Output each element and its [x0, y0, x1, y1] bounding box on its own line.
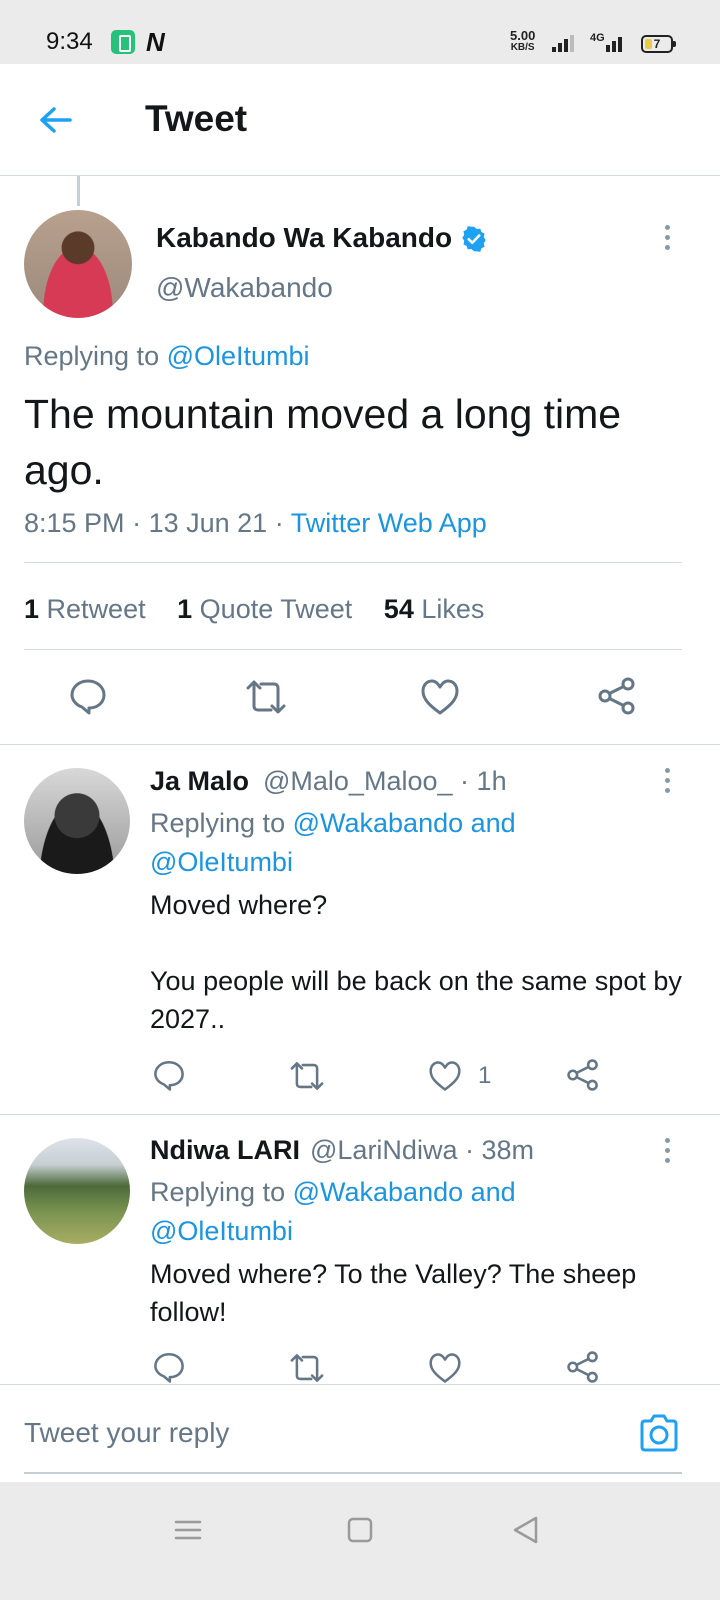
reply-icon[interactable]	[152, 1058, 186, 1092]
thread-line	[77, 176, 80, 206]
mention-link[interactable]: @OleItumbi	[150, 847, 293, 877]
reply-text: Moved where?	[150, 890, 328, 920]
reply-text: You people will be back on the same spot…	[150, 966, 682, 1034]
page-title: Tweet	[145, 98, 248, 139]
signal-icon	[552, 34, 576, 52]
reply-author-name[interactable]: Ndiwa LARI	[150, 1135, 300, 1166]
divider	[24, 562, 682, 563]
signal-icon-2	[606, 34, 624, 52]
replying-to: Replying to @Wakabando and @OleItumbi	[150, 1177, 516, 1246]
avatar[interactable]	[24, 210, 132, 318]
tweet-time: 8:15 PM	[24, 508, 125, 538]
battery-saver-app-icon	[111, 30, 135, 54]
replying-to: Replying to @Wakabando and @OleItumbi	[150, 808, 516, 877]
reply-composer	[0, 1384, 720, 1482]
status-time: 9:34	[46, 28, 93, 55]
arrow-left-icon[interactable]	[36, 100, 76, 140]
retweet-icon[interactable]	[288, 1352, 326, 1384]
quote-tweets-stat[interactable]: 1 Quote Tweet	[177, 594, 352, 624]
mention-link[interactable]: @OleItumbi	[150, 1216, 293, 1246]
author-name[interactable]: Kabando Wa Kabando	[156, 222, 452, 254]
divider	[0, 1114, 720, 1115]
verified-badge-icon	[462, 226, 486, 252]
share-icon[interactable]	[566, 1058, 600, 1092]
reply-icon[interactable]	[152, 1350, 186, 1384]
likes-stat[interactable]: 54 Likes	[384, 594, 485, 624]
like-icon[interactable]	[428, 1060, 462, 1092]
network-type: 4G	[590, 32, 605, 44]
tweet-source-link[interactable]: Twitter Web App	[291, 508, 487, 538]
author-handle[interactable]: @Wakabando	[156, 272, 333, 304]
divider	[24, 649, 682, 650]
top-app-bar: Tweet	[0, 64, 720, 176]
camera-icon[interactable]	[638, 1413, 680, 1453]
retweets-stat[interactable]: 1 Retweet	[24, 594, 146, 624]
mention-link[interactable]: @Wakabando and	[293, 1177, 516, 1207]
reply-text: Moved where? To the Valley? The sheep fo…	[150, 1259, 637, 1327]
retweet-icon[interactable]	[244, 678, 288, 716]
reply-author-meta: @Malo_Maloo_ · 1h	[263, 766, 507, 796]
replying-to: Replying to @OleItumbi	[24, 341, 310, 371]
n-app-icon: N	[146, 27, 165, 57]
avatar[interactable]	[24, 768, 130, 874]
reply-icon[interactable]	[68, 676, 108, 716]
back-triangle-icon[interactable]	[506, 1510, 546, 1550]
system-nav-bar	[0, 1482, 720, 1600]
battery-icon: 7	[641, 35, 676, 53]
retweet-icon[interactable]	[288, 1060, 326, 1092]
avatar[interactable]	[24, 1138, 130, 1244]
share-icon[interactable]	[597, 676, 637, 716]
reply-input[interactable]	[24, 1413, 604, 1453]
tweet-meta: 8:15 PM · 13 Jun 21 · Twitter Web App	[24, 508, 487, 538]
tweet-stats: 1 Retweet 1 Quote Tweet 54 Likes	[24, 594, 508, 625]
more-options-icon[interactable]	[662, 225, 672, 255]
menu-icon[interactable]	[168, 1510, 208, 1550]
home-icon[interactable]	[340, 1510, 380, 1550]
status-bar: 9:34 N 5.00 KB/S 4G 7	[0, 0, 720, 64]
input-underline	[24, 1472, 682, 1474]
tweet-text: The mountain moved a long time ago.	[24, 391, 622, 493]
mention-link[interactable]: @OleItumbi	[167, 341, 310, 371]
divider	[0, 744, 720, 745]
reply-author-name[interactable]: Ja Malo	[150, 766, 249, 797]
share-icon[interactable]	[566, 1350, 600, 1384]
network-speed: 5.00 KB/S	[510, 28, 536, 53]
like-icon[interactable]	[428, 1352, 462, 1384]
like-count: 1	[478, 1062, 492, 1089]
more-options-icon[interactable]	[662, 768, 672, 798]
like-icon[interactable]	[420, 678, 460, 716]
more-options-icon[interactable]	[662, 1138, 672, 1168]
mention-link[interactable]: @Wakabando and	[293, 808, 516, 838]
reply-author-meta: @LariNdiwa · 38m	[310, 1135, 535, 1165]
tweet-date: 13 Jun 21	[148, 508, 268, 538]
